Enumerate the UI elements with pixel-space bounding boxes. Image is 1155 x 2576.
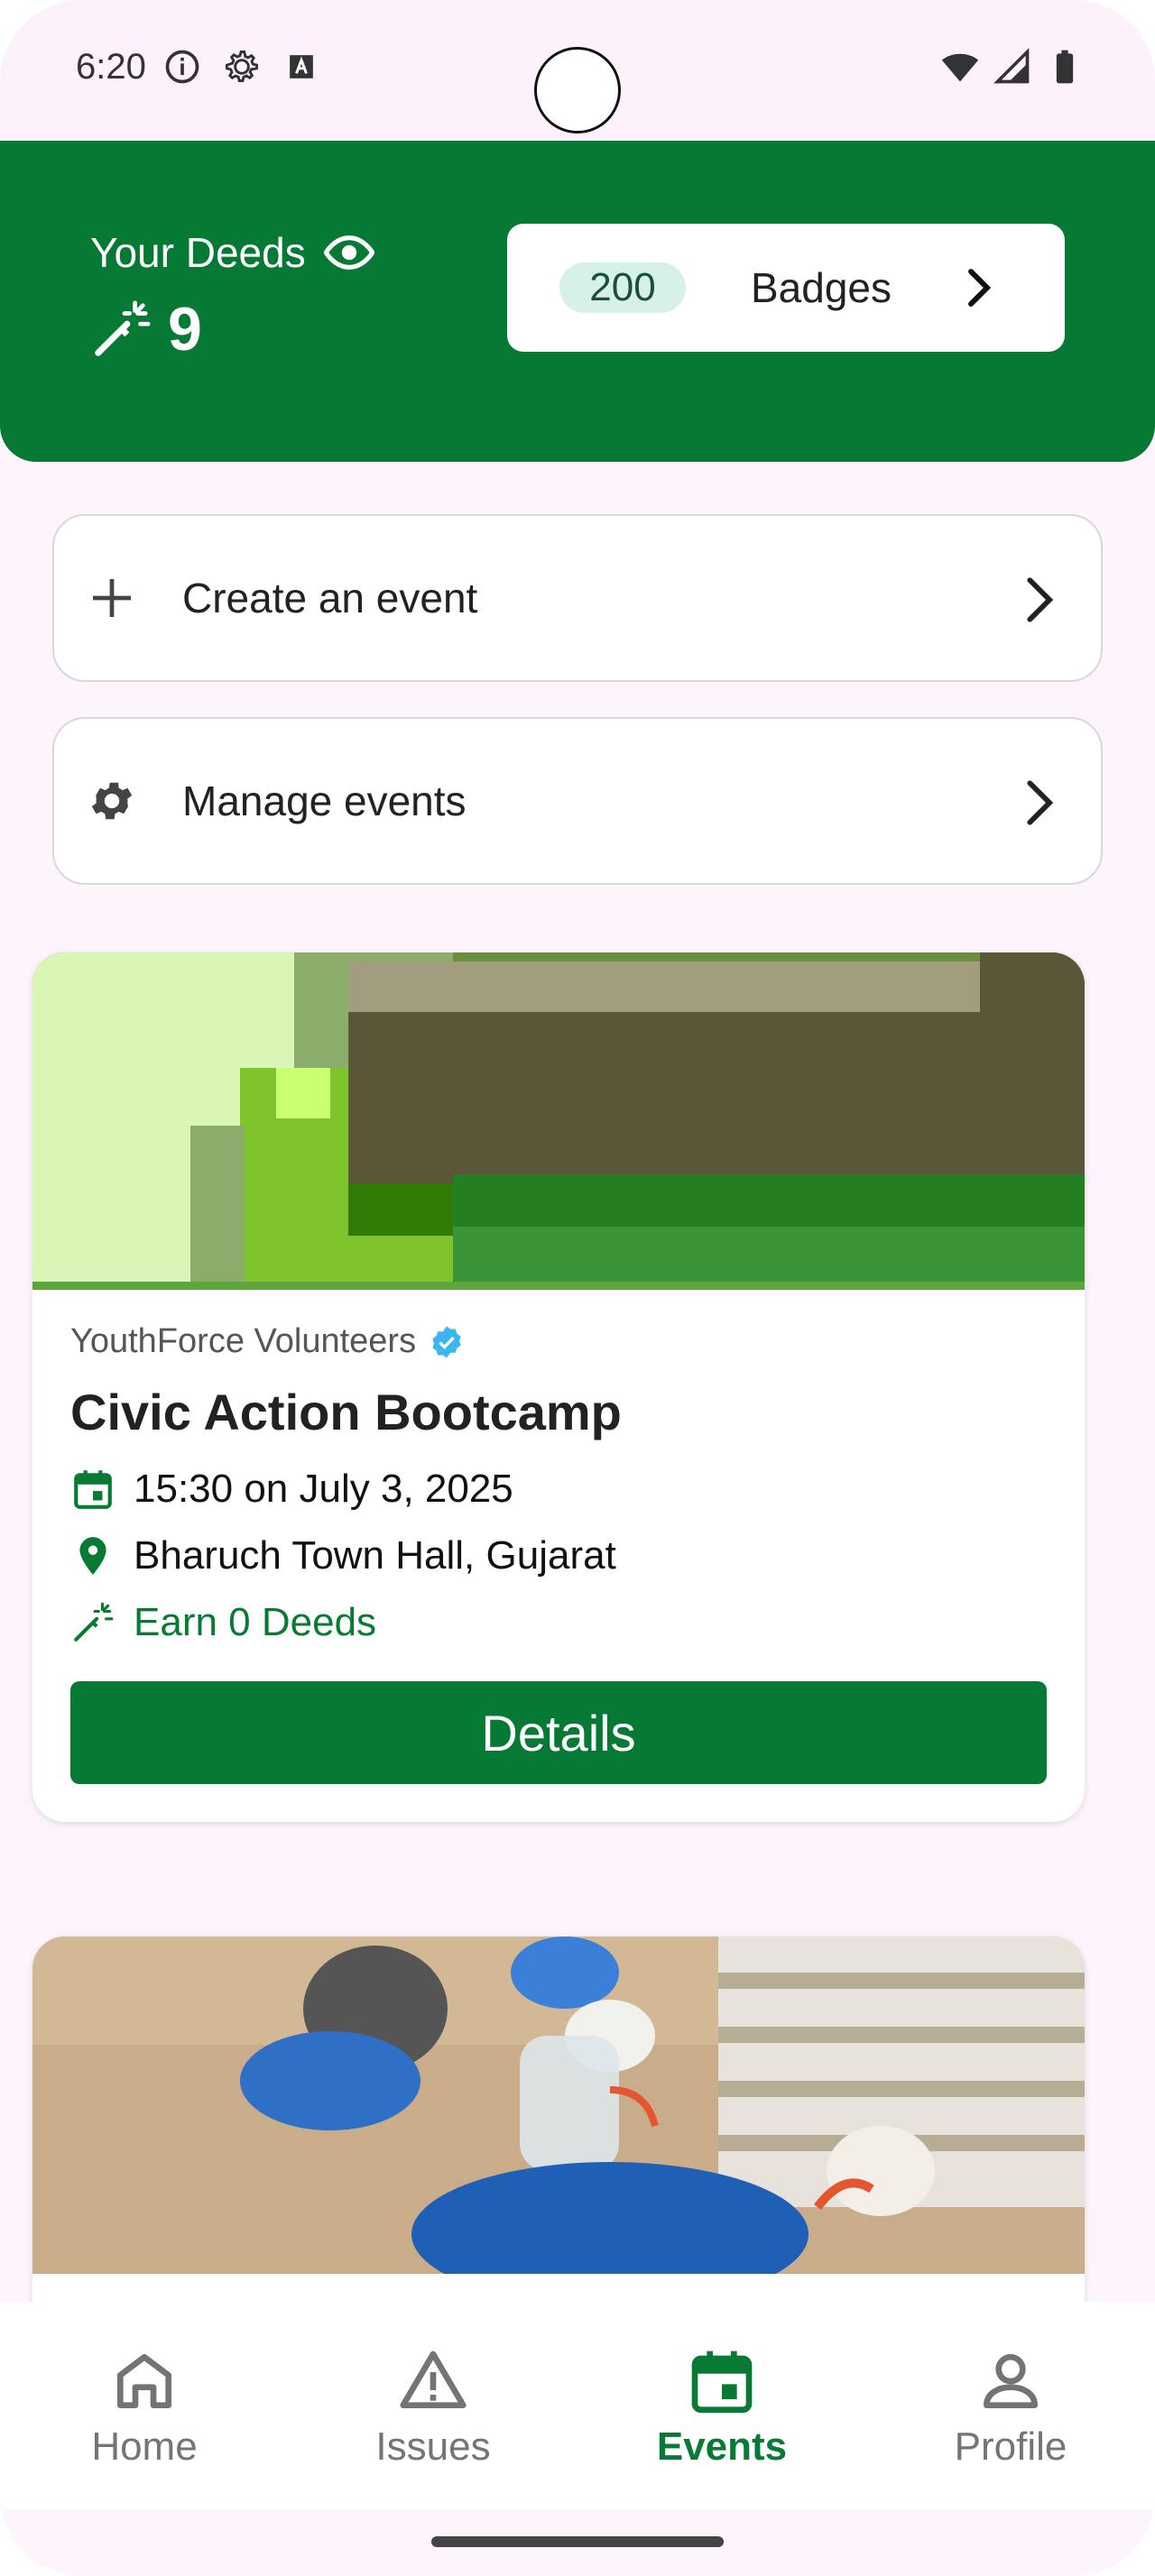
camera-cutout — [534, 47, 621, 133]
home-icon — [117, 2354, 172, 2408]
event-datetime-row: 15:30 on July 3, 2025 — [70, 1467, 1047, 1512]
calendar-icon — [691, 2351, 753, 2413]
nav-home-label: Home — [91, 2424, 198, 2469]
deeds-count: 9 — [168, 295, 202, 363]
nav-profile-label: Profile — [954, 2424, 1067, 2469]
event-location-row: Bharuch Town Hall, Gujarat — [70, 1533, 1047, 1578]
calendar-icon — [74, 1470, 112, 1509]
event-image — [32, 952, 1085, 1290]
deeds-header: Your Deeds 9 200 Badges — [0, 141, 1155, 462]
deeds-count-row: 9 — [90, 294, 202, 364]
signal-icon — [993, 48, 1030, 84]
bottom-navigation: Home Issues Events Profile — [0, 2302, 1155, 2509]
event-reward-row: Earn 0 Deeds — [70, 1600, 1047, 1645]
nav-issues[interactable]: Issues — [289, 2302, 578, 2509]
eye-icon[interactable] — [323, 227, 374, 278]
event-location: Bharuch Town Hall, Gujarat — [134, 1533, 616, 1578]
person-icon — [984, 2354, 1038, 2408]
badges-button[interactable]: 200 Badges — [507, 224, 1065, 352]
wifi-icon — [941, 53, 979, 82]
status-bar: 6:20 — [0, 0, 1155, 141]
event-datetime: 15:30 on July 3, 2025 — [134, 1467, 513, 1511]
nav-events[interactable]: Events — [578, 2302, 866, 2509]
event-card[interactable] — [32, 1937, 1085, 2315]
event-image — [32, 1937, 1085, 2274]
verified-icon — [432, 1326, 461, 1357]
event-image-pixelated — [32, 952, 1085, 1290]
badges-label: Badges — [751, 264, 892, 311]
status-icons-left — [162, 47, 321, 87]
event-reward: Earn 0 Deeds — [134, 1600, 377, 1644]
nav-events-label: Events — [656, 2424, 788, 2469]
location-pin-icon — [79, 1537, 106, 1575]
nav-issues-label: Issues — [375, 2424, 491, 2469]
nav-home[interactable]: Home — [0, 2302, 289, 2509]
badges-count: 200 — [559, 262, 686, 313]
nav-profile[interactable]: Profile — [866, 2302, 1155, 2509]
details-button[interactable]: Details — [70, 1681, 1047, 1784]
battery-icon — [1056, 50, 1074, 84]
chevron-right-icon — [1027, 577, 1054, 622]
a-box-icon — [290, 55, 313, 78]
deeds-label: Your Deeds — [90, 229, 306, 276]
status-icons-right — [940, 47, 1085, 87]
chevron-right-icon — [968, 269, 992, 307]
event-card-body: YouthForce Volunteers Civic Action Bootc… — [32, 1290, 1085, 1822]
chevron-right-icon — [1027, 780, 1054, 825]
event-card[interactable]: YouthForce Volunteers Civic Action Bootc… — [32, 952, 1085, 1822]
settings-icon — [226, 51, 258, 83]
info-icon — [165, 50, 199, 84]
deeds-label-row: Your Deeds — [90, 227, 374, 278]
organizer-name: YouthForce Volunteers — [70, 1322, 417, 1360]
magic-wand-icon — [74, 1602, 114, 1642]
magic-wand-icon — [95, 300, 151, 356]
create-event-label: Create an event — [182, 575, 478, 621]
warning-icon — [400, 2351, 467, 2408]
event-title: Civic Action Bootcamp — [70, 1384, 622, 1440]
phone-screen: 6:20 Your Deeds 9 200 Badges Create an e… — [0, 0, 1155, 2576]
gear-icon — [91, 782, 133, 820]
manage-events-button[interactable]: Manage events — [52, 717, 1103, 885]
organizer-row: YouthForce Volunteers — [70, 1322, 1047, 1361]
create-event-button[interactable]: Create an event — [52, 514, 1103, 682]
beach-cleanup-photo — [32, 1937, 1085, 2274]
plus-icon — [93, 579, 131, 617]
home-indicator[interactable] — [431, 2536, 724, 2547]
manage-events-label: Manage events — [182, 777, 467, 824]
status-time: 6:20 — [76, 47, 146, 87]
